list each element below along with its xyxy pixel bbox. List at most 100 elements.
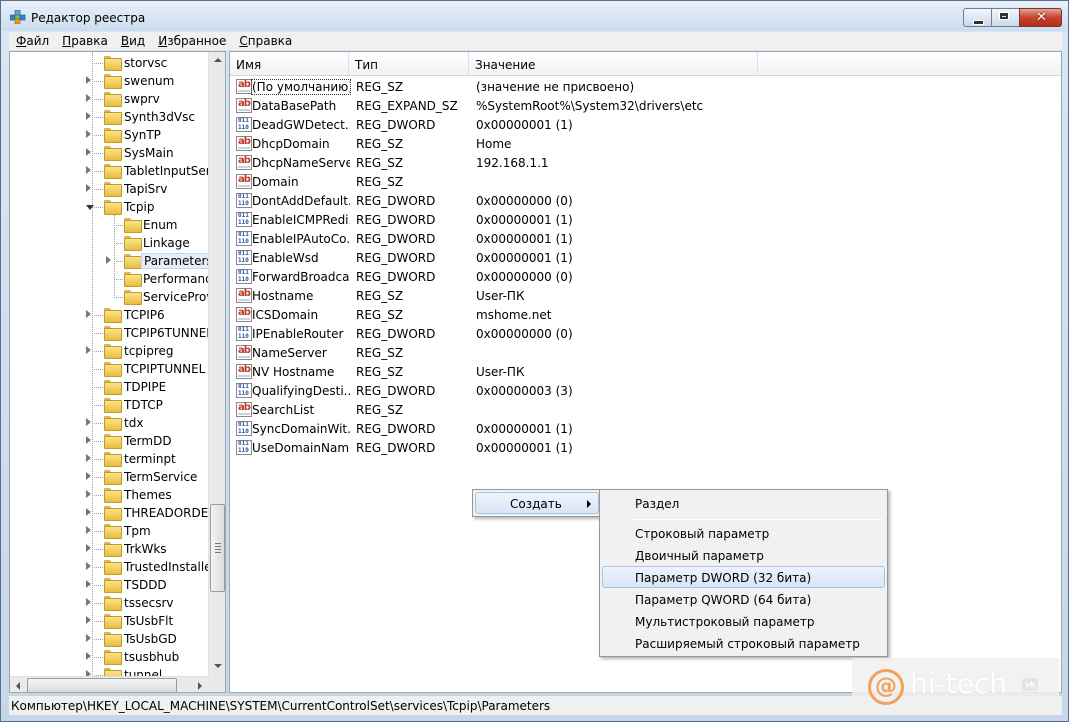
value-row[interactable]: DhcpNameServer REG_SZ 192.168.1.1 <box>230 153 1061 172</box>
column-header-type[interactable]: Тип <box>349 52 469 76</box>
expand-arrow-icon[interactable] <box>86 508 91 516</box>
tree-item-serviceprovider[interactable]: ServiceProvider <box>10 288 208 306</box>
menu-item-4[interactable]: Справка <box>232 32 298 50</box>
expand-arrow-icon[interactable] <box>86 76 91 84</box>
collapse-arrow-icon[interactable] <box>86 205 94 210</box>
tree-item-tcpip6tunnel[interactable]: TCPIP6TUNNEL <box>10 324 208 342</box>
expand-arrow-icon[interactable] <box>86 454 91 462</box>
tree-item-threadorder[interactable]: THREADORDER <box>10 504 208 522</box>
expand-arrow-icon[interactable] <box>86 310 91 318</box>
tree-item-termdd[interactable]: TermDD <box>10 432 208 450</box>
tree-item-tdpipe[interactable]: TDPIPE <box>10 378 208 396</box>
value-row[interactable]: DontAddDefault... REG_DWORD 0x00000000 (0) <box>230 191 1061 210</box>
menu-item-0[interactable]: Файл <box>9 32 55 50</box>
tree-item-tdx[interactable]: tdx <box>10 414 208 432</box>
tree-item-tcpiptunnel[interactable]: TCPIPTUNNEL <box>10 360 208 378</box>
tree-item-tsusbflt[interactable]: TsUsbFlt <box>10 612 208 630</box>
tree-item-trkwks[interactable]: TrkWks <box>10 540 208 558</box>
column-header-name[interactable]: Имя <box>230 52 349 76</box>
menu-item-3[interactable]: Избранное <box>151 32 232 50</box>
expand-arrow-icon[interactable] <box>86 112 91 120</box>
tree-scroll-thumb[interactable] <box>210 504 225 592</box>
value-row[interactable]: ForwardBroadca... REG_DWORD 0x00000000 (0) <box>230 267 1061 286</box>
submenu-item-1[interactable]: Строковый параметр <box>602 522 885 544</box>
value-row[interactable]: NV Hostname REG_SZ User-ПК <box>230 362 1061 381</box>
expand-arrow-icon[interactable] <box>86 472 91 480</box>
tree-item-tabletinputservice[interactable]: TabletInputService <box>10 162 208 180</box>
value-row[interactable]: EnableIPAutoCo... REG_DWORD 0x00000001 (1) <box>230 229 1061 248</box>
value-row[interactable]: SyncDomainWit... REG_DWORD 0x00000001 (1) <box>230 419 1061 438</box>
tree-horizontal-scrollbar[interactable] <box>10 676 208 692</box>
tree-item-syntp[interactable]: SynTP <box>10 126 208 144</box>
scroll-up-arrow-icon[interactable] <box>209 52 225 69</box>
value-row[interactable]: Domain REG_SZ <box>230 172 1061 191</box>
tree-item-tsusbgd[interactable]: TsUsbGD <box>10 630 208 648</box>
submenu-item-0[interactable]: Раздел <box>602 492 885 514</box>
tree-item-synth3dvsc[interactable]: Synth3dVsc <box>10 108 208 126</box>
expand-arrow-icon[interactable] <box>86 562 91 570</box>
submenu-item-4[interactable]: Параметр QWORD (64 бита) <box>602 588 885 610</box>
tree-item-sysmain[interactable]: SysMain <box>10 144 208 162</box>
expand-arrow-icon[interactable] <box>86 526 91 534</box>
expand-arrow-icon[interactable] <box>86 418 91 426</box>
value-row[interactable]: UseDomainNam... REG_DWORD 0x00000001 (1) <box>230 438 1061 457</box>
expand-arrow-icon[interactable] <box>86 346 91 354</box>
expand-arrow-icon[interactable] <box>86 580 91 588</box>
registry-tree[interactable]: storvsc swenum swprv Synth3dVsc SynTP SysMain… <box>10 52 208 676</box>
menu-item-2[interactable]: Вид <box>114 32 151 50</box>
tree-item-tsddd[interactable]: TSDDD <box>10 576 208 594</box>
expand-arrow-icon[interactable] <box>86 652 91 660</box>
value-row[interactable]: QualifyingDesti... REG_DWORD 0x00000003 (3… <box>230 381 1061 400</box>
tree-item-tunnel[interactable]: tunnel <box>10 666 208 676</box>
maximize-button[interactable] <box>991 8 1019 27</box>
expand-arrow-icon[interactable] <box>86 148 91 156</box>
expand-arrow-icon[interactable] <box>86 130 91 138</box>
expand-arrow-icon[interactable] <box>86 544 91 552</box>
tree-item-trustedinstaller[interactable]: TrustedInstaller <box>10 558 208 576</box>
tree-item-storvsc[interactable]: storvsc <box>10 54 208 72</box>
value-row[interactable]: SearchList REG_SZ <box>230 400 1061 419</box>
value-row[interactable]: EnableWsd REG_DWORD 0x00000001 (1) <box>230 248 1061 267</box>
tree-vertical-scrollbar[interactable] <box>208 52 225 676</box>
expand-arrow-icon[interactable] <box>86 436 91 444</box>
expand-arrow-icon[interactable] <box>86 616 91 624</box>
submenu-item-3[interactable]: Параметр DWORD (32 бита) <box>602 566 885 588</box>
title-bar[interactable]: Редактор реестра ✕ <box>1 1 1068 31</box>
tree-item-tpm[interactable]: Tpm <box>10 522 208 540</box>
value-row[interactable]: IPEnableRouter REG_DWORD 0x00000000 (0) <box>230 324 1061 343</box>
tree-item-performance[interactable]: Performance <box>10 270 208 288</box>
tree-item-swenum[interactable]: swenum <box>10 72 208 90</box>
minimize-button[interactable] <box>963 8 991 27</box>
submenu-item-2[interactable]: Двоичный параметр <box>602 544 885 566</box>
scroll-left-arrow-icon[interactable] <box>10 677 27 692</box>
value-row[interactable]: Hostname REG_SZ User-ПК <box>230 286 1061 305</box>
tree-item-tcpip6[interactable]: TCPIP6 <box>10 306 208 324</box>
value-row[interactable]: NameServer REG_SZ <box>230 343 1061 362</box>
expand-arrow-icon[interactable] <box>86 490 91 498</box>
tree-item-tdtcp[interactable]: TDTCP <box>10 396 208 414</box>
tree-item-tcpipreg[interactable]: tcpipreg <box>10 342 208 360</box>
tree-item-tapisrv[interactable]: TapiSrv <box>10 180 208 198</box>
close-button[interactable]: ✕ <box>1019 8 1062 27</box>
submenu-item-5[interactable]: Мультистроковый параметр <box>602 610 885 632</box>
tree-item-linkage[interactable]: Linkage <box>10 234 208 252</box>
expand-arrow-icon[interactable] <box>86 94 91 102</box>
scroll-right-arrow-icon[interactable] <box>191 677 208 692</box>
expand-arrow-icon[interactable] <box>86 634 91 642</box>
tree-hscroll-thumb[interactable] <box>27 678 177 692</box>
expand-arrow-icon[interactable] <box>86 184 91 192</box>
expand-arrow-icon[interactable] <box>106 256 111 264</box>
tree-item-enum[interactable]: Enum <box>10 216 208 234</box>
tree-item-themes[interactable]: Themes <box>10 486 208 504</box>
value-row[interactable]: DhcpDomain REG_SZ Home <box>230 134 1061 153</box>
tree-item-termservice[interactable]: TermService <box>10 468 208 486</box>
value-row[interactable]: DataBasePath REG_EXPAND_SZ %SystemRoot%\Sy… <box>230 96 1061 115</box>
menu-item-1[interactable]: Правка <box>55 32 114 50</box>
value-row[interactable]: ICSDomain REG_SZ mshome.net <box>230 305 1061 324</box>
tree-item-tcpip[interactable]: Tcpip <box>10 198 208 216</box>
value-row[interactable]: (По умолчанию) REG_SZ (значение не присвое… <box>230 77 1061 96</box>
expand-arrow-icon[interactable] <box>86 598 91 606</box>
value-row[interactable]: DeadGWDetect... REG_DWORD 0x00000001 (1) <box>230 115 1061 134</box>
expand-arrow-icon[interactable] <box>86 166 91 174</box>
scroll-down-arrow-icon[interactable] <box>209 657 225 674</box>
